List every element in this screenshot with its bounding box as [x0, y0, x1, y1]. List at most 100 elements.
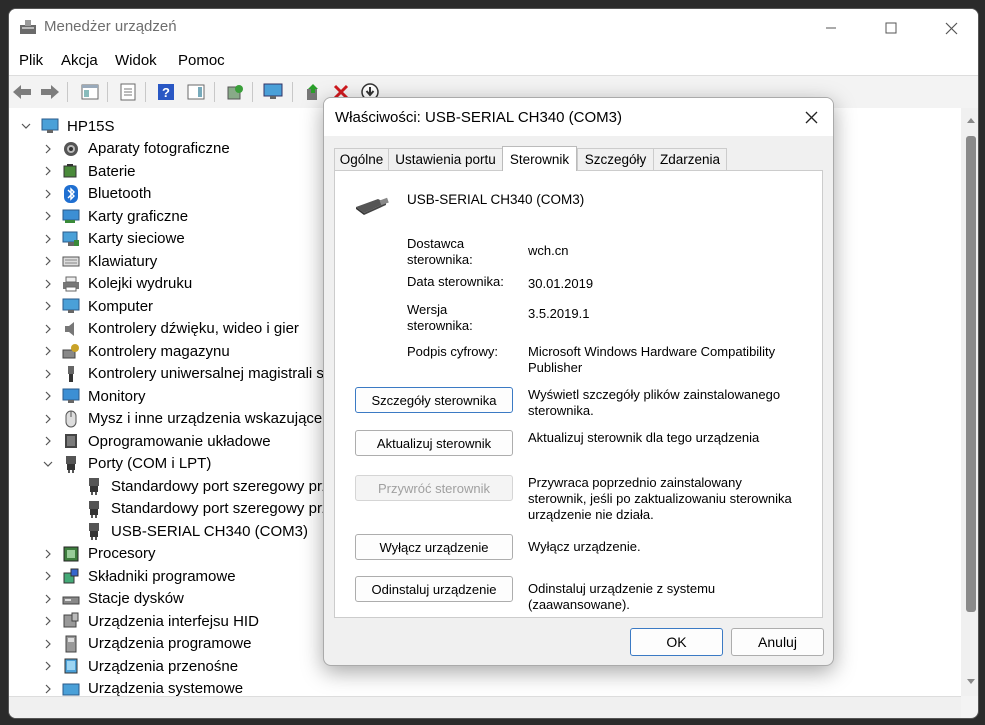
disk-drive-icon — [62, 596, 80, 604]
tree-device-item[interactable]: Standardowy port szeregowy prze — [85, 498, 338, 520]
uninstall-device-desc: Odinstaluj urządzenie z systemu (zaawans… — [528, 581, 716, 612]
vertical-scrollbar[interactable] — [961, 108, 978, 696]
toolbar-separator — [145, 82, 146, 102]
back-arrow-icon — [13, 85, 31, 99]
driver-details-button[interactable]: Szczegóły sterownika — [355, 387, 513, 413]
expand-chevron-icon[interactable] — [42, 549, 54, 559]
expand-chevron-icon[interactable] — [42, 189, 54, 199]
tree-category-item[interactable]: Składniki programowe — [42, 565, 236, 587]
collapse-chevron-icon[interactable] — [19, 122, 33, 130]
tree-item-label: Stacje dysków — [88, 590, 184, 607]
ok-button[interactable]: OK — [630, 628, 723, 656]
tree-category-item[interactable]: Oprogramowanie układowe — [42, 430, 271, 452]
tree-category-item[interactable]: Urządzenia przenośne — [42, 655, 238, 677]
tree-category-item[interactable]: Karty graficzne — [42, 205, 188, 227]
show-hide-console-tree-button[interactable] — [79, 81, 101, 103]
tree-category-item[interactable]: Komputer — [42, 295, 153, 317]
tree-device-item[interactable]: USB-SERIAL CH340 (COM3) — [85, 520, 308, 542]
expand-chevron-icon[interactable] — [42, 144, 54, 154]
action-pane-icon — [187, 84, 205, 100]
add-legacy-hardware-button[interactable] — [262, 81, 284, 103]
uninstall-device-button[interactable]: Odinstaluj urządzenie — [355, 576, 513, 602]
minimize-button[interactable] — [807, 9, 855, 47]
expand-chevron-icon[interactable] — [42, 616, 54, 626]
scrollbar-thumb[interactable] — [966, 136, 976, 612]
properties-dialog: Właściwości: USB-SERIAL CH340 (COM3) Ogó… — [323, 97, 834, 666]
tree-category-item[interactable]: Urządzenia interfejsu HID — [42, 610, 259, 632]
collapse-chevron-icon[interactable] — [42, 460, 54, 468]
back-button[interactable] — [11, 81, 33, 103]
rollback-driver-desc: Przywraca poprzednio zainstalowany stero… — [528, 475, 792, 522]
menu-plik[interactable]: Plik — [19, 52, 43, 69]
firmware-icon — [65, 434, 77, 448]
expand-chevron-icon[interactable] — [42, 391, 54, 401]
tree-root[interactable]: HP15S — [19, 115, 115, 137]
menu-pomoc[interactable]: Pomoc — [178, 52, 225, 69]
tree-category-item[interactable]: Baterie — [42, 160, 136, 182]
tree-category-item[interactable]: Procesory — [42, 543, 156, 565]
expand-chevron-icon[interactable] — [42, 594, 54, 604]
menu-akcja[interactable]: Akcja — [61, 52, 98, 69]
expand-chevron-icon[interactable] — [42, 211, 54, 221]
expand-chevron-icon[interactable] — [42, 639, 54, 649]
toolbar-separator — [214, 82, 215, 102]
tree-category-item[interactable]: Porty (COM i LPT) — [42, 453, 211, 475]
expand-chevron-icon[interactable] — [42, 346, 54, 356]
tab-ogolne[interactable]: Ogólne — [334, 148, 389, 170]
dialog-close-button[interactable] — [789, 98, 833, 136]
expand-chevron-icon[interactable] — [42, 414, 54, 424]
menu-widok[interactable]: Widok — [115, 52, 157, 69]
usb-icon — [68, 365, 74, 382]
title-bar: Menedżer urządzeń — [9, 9, 978, 47]
expand-chevron-icon[interactable] — [42, 661, 54, 671]
tree-category-item[interactable]: Kontrolery uniwersalnej magistrali sz — [42, 363, 331, 385]
forward-button[interactable] — [39, 81, 61, 103]
scan-hardware-changes-button[interactable] — [224, 81, 246, 103]
tab-zdarzenia[interactable]: Zdarzenia — [653, 148, 727, 170]
expand-chevron-icon[interactable] — [42, 684, 54, 694]
scroll-down-icon[interactable] — [966, 678, 976, 686]
expand-chevron-icon[interactable] — [42, 436, 54, 446]
cancel-button[interactable]: Anuluj — [731, 628, 824, 656]
tree-category-item[interactable]: Mysz i inne urządzenia wskazujące — [42, 408, 322, 430]
maximize-button[interactable] — [867, 9, 915, 47]
expand-chevron-icon[interactable] — [42, 369, 54, 379]
update-driver-desc: Aktualizuj sterownik dla tego urządzenia — [528, 430, 760, 445]
tree-category-item[interactable]: Stacje dysków — [42, 588, 184, 610]
tree-device-item[interactable]: Standardowy port szeregowy prze — [85, 475, 338, 497]
tree-category-item[interactable]: Bluetooth — [42, 183, 151, 205]
expand-chevron-icon[interactable] — [42, 166, 54, 176]
expand-chevron-icon[interactable] — [42, 301, 54, 311]
tree-category-item[interactable]: Urządzenia programowe — [42, 633, 251, 655]
tree-category-item[interactable]: Kontrolery magazynu — [42, 340, 230, 362]
properties-button[interactable] — [117, 81, 139, 103]
action-pane-button[interactable] — [185, 81, 207, 103]
expand-chevron-icon[interactable] — [42, 571, 54, 581]
expand-chevron-icon[interactable] — [42, 324, 54, 334]
tree-category-item[interactable]: Urządzenia systemowe — [42, 678, 243, 696]
tree-category-item[interactable]: Monitory — [42, 385, 146, 407]
tree-category-item[interactable]: Klawiatury — [42, 250, 157, 272]
tab-ustawienia-portu[interactable]: Ustawienia portu — [388, 148, 503, 170]
toolbar-separator — [67, 82, 68, 102]
expand-chevron-icon[interactable] — [42, 279, 54, 289]
tree-category-item[interactable]: Kolejki wydruku — [42, 273, 192, 295]
scroll-up-icon[interactable] — [966, 116, 976, 124]
help-button[interactable]: ? — [155, 81, 177, 103]
expand-chevron-icon[interactable] — [42, 234, 54, 244]
tab-szczegoly[interactable]: Szczegóły — [577, 148, 654, 170]
tree-category-item[interactable]: Karty sieciowe — [42, 228, 185, 250]
rollback-driver-button[interactable]: Przywróć sterownik — [355, 475, 513, 501]
update-driver-button[interactable] — [302, 81, 324, 103]
disable-device-button[interactable]: Wyłącz urządzenie — [355, 534, 513, 560]
update-driver-button[interactable]: Aktualizuj sterownik — [355, 430, 513, 456]
tab-sterownik[interactable]: Sterownik — [502, 146, 577, 171]
close-button[interactable] — [927, 9, 975, 47]
display-adapter-icon — [62, 209, 80, 223]
tree-item-label: Urządzenia interfejsu HID — [88, 612, 259, 630]
speaker-icon — [65, 321, 74, 336]
tree-category-item[interactable]: Aparaty fotograficzne — [42, 138, 230, 160]
tree-item-label: Kolejki wydruku — [88, 275, 193, 292]
expand-chevron-icon[interactable] — [42, 256, 54, 266]
tree-category-item[interactable]: Kontrolery dźwięku, wideo i gier — [42, 318, 299, 340]
